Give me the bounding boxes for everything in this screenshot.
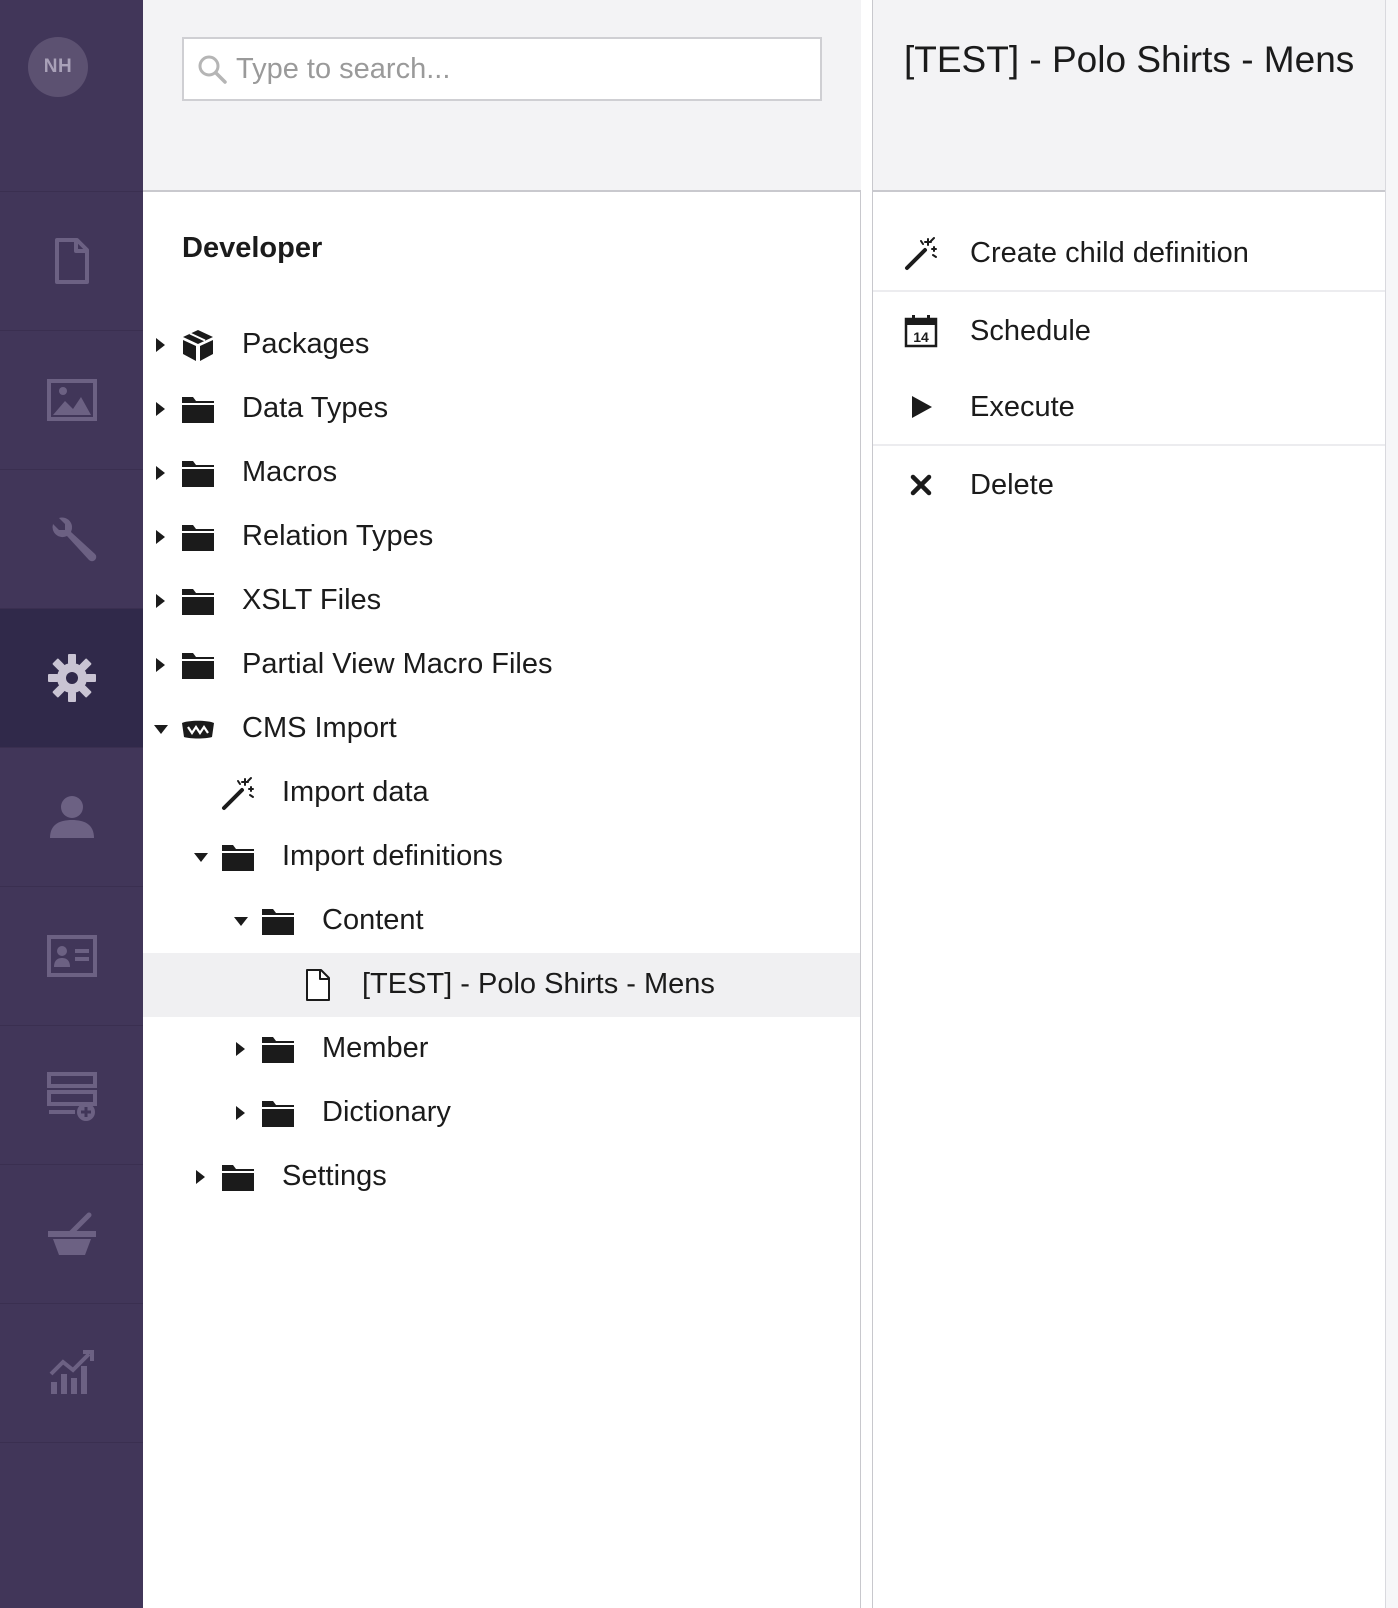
image-icon bbox=[46, 379, 97, 421]
search-box[interactable] bbox=[182, 37, 822, 101]
magic-wand-icon bbox=[222, 777, 254, 810]
magic-wand-icon bbox=[905, 237, 937, 270]
caret-right-icon[interactable] bbox=[156, 594, 165, 608]
nav-item-developer[interactable] bbox=[0, 609, 143, 748]
close-icon bbox=[910, 474, 932, 496]
tree-item-dictionary[interactable]: Dictionary bbox=[143, 1081, 860, 1145]
caret-right-icon[interactable] bbox=[156, 338, 165, 352]
underlying-page-edge bbox=[1385, 0, 1398, 1608]
nav-item-users[interactable] bbox=[0, 748, 143, 887]
caret-right-icon[interactable] bbox=[156, 530, 165, 544]
tree-item-label: Macros bbox=[242, 456, 338, 488]
avatar[interactable]: NH bbox=[28, 37, 88, 97]
id-card-icon bbox=[46, 935, 97, 977]
caret-down-icon[interactable] bbox=[234, 917, 248, 926]
package-icon bbox=[183, 330, 213, 361]
nav-item-content[interactable] bbox=[0, 192, 143, 331]
document-icon bbox=[54, 238, 89, 284]
folder-icon bbox=[262, 909, 294, 935]
form-add-icon bbox=[46, 1072, 97, 1121]
folder-icon bbox=[182, 589, 214, 615]
folder-icon bbox=[222, 845, 254, 871]
tree-item-label: XSLT Files bbox=[242, 584, 382, 616]
tree-item-label: Packages bbox=[242, 328, 370, 360]
folder-icon bbox=[182, 525, 214, 551]
tree-item-cms-import[interactable]: CMS Import bbox=[143, 697, 860, 761]
wrench-icon bbox=[52, 517, 96, 562]
actions-title: [TEST] - Polo Shirts - Mens bbox=[904, 39, 1355, 80]
user-icon bbox=[49, 796, 94, 838]
folder-icon bbox=[222, 1165, 254, 1191]
nav-item-analytics[interactable] bbox=[0, 1304, 143, 1443]
caret-right-icon[interactable] bbox=[156, 466, 165, 480]
calendar-icon: 14 bbox=[904, 315, 938, 348]
tree-header bbox=[143, 0, 861, 192]
caret-right-icon[interactable] bbox=[156, 402, 165, 416]
tree-item-label: Relation Types bbox=[242, 520, 434, 552]
search-icon bbox=[198, 55, 227, 84]
tree-item-content[interactable]: Content bbox=[143, 889, 860, 953]
caret-right-icon[interactable] bbox=[156, 658, 165, 672]
mortar-pestle-icon bbox=[47, 1212, 96, 1255]
tree-item-packages[interactable]: Packages bbox=[143, 313, 860, 377]
chart-icon bbox=[49, 1350, 94, 1394]
play-icon bbox=[912, 396, 932, 418]
tree-item-import-definitions[interactable]: Import definitions bbox=[143, 825, 860, 889]
caret-right-icon[interactable] bbox=[196, 1170, 205, 1184]
app-navigation: NH bbox=[0, 0, 143, 1608]
gear-icon bbox=[47, 654, 96, 702]
actions-header: [TEST] - Polo Shirts - Mens bbox=[873, 0, 1386, 192]
tree-item-label: Partial View Macro Files bbox=[242, 648, 553, 680]
action-label: Execute bbox=[970, 391, 1075, 423]
tree-item-label: CMS Import bbox=[242, 712, 397, 744]
folder-icon bbox=[182, 397, 214, 423]
tree-section-title: Developer bbox=[182, 232, 323, 264]
action-label: Schedule bbox=[970, 315, 1091, 347]
tree-item-label: Import definitions bbox=[282, 840, 503, 872]
nav-item-settings[interactable] bbox=[0, 470, 143, 609]
folder-icon bbox=[262, 1101, 294, 1127]
tree-item-test-polo-shirts-mens[interactable]: [TEST] - Polo Shirts - Mens bbox=[143, 953, 860, 1017]
cms-import-logo-icon bbox=[182, 720, 214, 739]
nav-item-members[interactable] bbox=[0, 887, 143, 1026]
tree-item-label: Import data bbox=[282, 776, 429, 808]
caret-right-icon[interactable] bbox=[236, 1106, 245, 1120]
action-label: Delete bbox=[970, 469, 1054, 501]
caret-down-icon[interactable] bbox=[154, 725, 168, 734]
tree-item-label: Content bbox=[322, 904, 424, 936]
folder-icon bbox=[182, 653, 214, 679]
action-create-child-definition[interactable]: Create child definition bbox=[873, 216, 1386, 292]
caret-right-icon[interactable] bbox=[236, 1042, 245, 1056]
nav-item-translation[interactable] bbox=[0, 1165, 143, 1304]
caret-down-icon[interactable] bbox=[194, 853, 208, 862]
actions-panel: [TEST] - Polo Shirts - Mens Create child… bbox=[872, 0, 1386, 1608]
action-execute[interactable]: Execute bbox=[873, 370, 1386, 446]
tree-item-import-data[interactable]: Import data bbox=[143, 761, 860, 825]
tree-item-xslt-files[interactable]: XSLT Files bbox=[143, 569, 860, 633]
avatar-cell: NH bbox=[0, 0, 143, 192]
tree-item-data-types[interactable]: Data Types bbox=[143, 377, 860, 441]
folder-icon bbox=[262, 1037, 294, 1063]
action-label: Create child definition bbox=[970, 237, 1249, 269]
action-delete[interactable]: Delete bbox=[873, 448, 1386, 524]
document-outline-icon bbox=[306, 969, 330, 1001]
nav-item-forms[interactable] bbox=[0, 1026, 143, 1165]
folder-icon bbox=[182, 461, 214, 487]
tree-item-relation-types[interactable]: Relation Types bbox=[143, 505, 860, 569]
tree-item-label: [TEST] - Polo Shirts - Mens bbox=[362, 968, 715, 1000]
tree-panel: Developer Packages Data Types Macros bbox=[143, 0, 861, 1608]
tree-item-member[interactable]: Member bbox=[143, 1017, 860, 1081]
tree-item-partial-view-macro-files[interactable]: Partial View Macro Files bbox=[143, 633, 860, 697]
tree-item-label: Settings bbox=[282, 1160, 387, 1192]
nav-item-media[interactable] bbox=[0, 331, 143, 470]
action-schedule[interactable]: 14 Schedule bbox=[873, 294, 1386, 370]
tree-item-settings[interactable]: Settings bbox=[143, 1145, 860, 1209]
tree-item-macros[interactable]: Macros bbox=[143, 441, 860, 505]
tree-item-label: Member bbox=[322, 1032, 429, 1064]
tree-item-label: Dictionary bbox=[322, 1096, 451, 1128]
tree-item-label: Data Types bbox=[242, 392, 389, 424]
calendar-day: 14 bbox=[913, 329, 929, 345]
search-input[interactable] bbox=[236, 52, 796, 86]
